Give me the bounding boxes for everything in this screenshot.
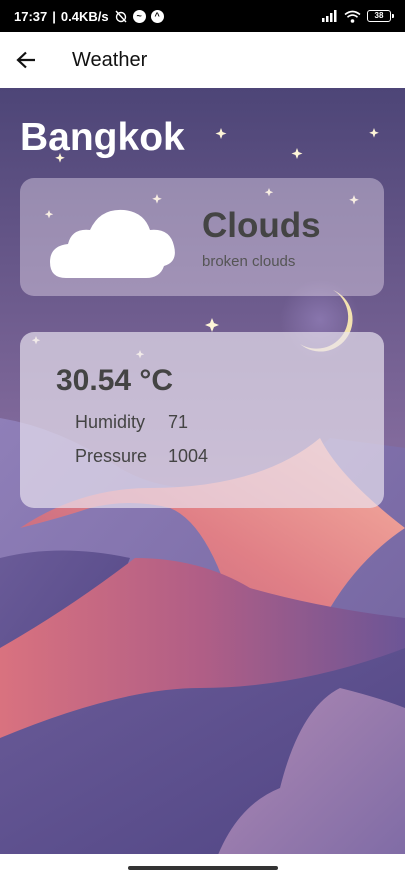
temperature: 30.54 °C: [56, 364, 174, 397]
weather-summary-card: Clouds broken clouds: [20, 178, 384, 296]
page-title: Weather: [72, 48, 148, 71]
weather-detail-card: 30.54 °C Humidity 71 Pressure 1004: [20, 332, 384, 508]
alarm-off-icon: [114, 9, 128, 23]
status-bar: 17:37 | 0.4KB/s ~ ^ 38: [0, 0, 405, 32]
messenger-icon: ~: [132, 9, 146, 23]
humidity-row: Humidity 71: [75, 412, 188, 433]
city-name: Bangkok: [20, 116, 185, 159]
status-network-speed: 0.4KB/s: [60, 8, 109, 24]
pressure-value: 1004: [168, 446, 209, 466]
weather-scene: Bangkok Clouds broken clouds 30.54 °C Hu…: [0, 88, 405, 878]
signal-icon: [322, 10, 338, 22]
back-button[interactable]: [0, 32, 54, 88]
home-indicator[interactable]: [128, 866, 278, 870]
status-time: 17:37: [14, 8, 48, 24]
weather-description: broken clouds: [202, 253, 296, 270]
pressure-label: Pressure: [75, 446, 148, 466]
wifi-icon: [344, 10, 361, 23]
cloud-icon: [50, 209, 175, 278]
status-left: 17:37 | 0.4KB/s ~ ^: [14, 9, 164, 24]
app-notification-icon: ^: [150, 9, 164, 23]
pressure-row: Pressure 1004: [75, 446, 208, 467]
app-bar: Weather: [0, 32, 405, 88]
status-right: 38: [322, 10, 394, 23]
humidity-value: 71: [168, 412, 189, 432]
humidity-label: Humidity: [75, 412, 146, 432]
arrow-left-icon: [16, 51, 35, 69]
weather-main: Clouds: [202, 206, 321, 245]
status-separator: |: [52, 8, 56, 24]
battery-icon: 38: [367, 10, 394, 22]
